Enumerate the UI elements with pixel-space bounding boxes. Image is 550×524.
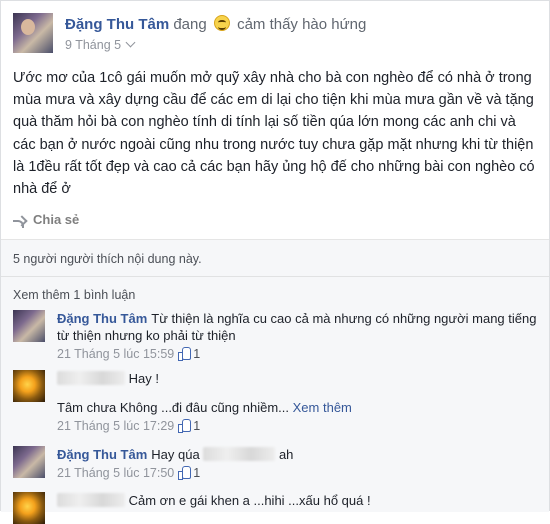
comment-author[interactable]: Đặng Thu Tâm [57,447,147,462]
commenter-avatar[interactable] [13,446,45,478]
comment-text-after: ah [278,447,294,462]
comments-section: 5 người người thích nội dung này. Xem th… [1,239,549,524]
comment-body: Đặng Thu Tâm Hay qúa ah 21 Tháng 5 lúc 17… [57,446,537,482]
comment-text-continued: Tâm chưa Không ...đi đâu cũng nhiềm... [57,400,290,415]
see-more-link[interactable]: Xem thêm [293,400,352,415]
comment-author[interactable]: Đặng Thu Tâm [57,311,147,326]
grinning-face-icon [213,15,230,31]
like-thumb-icon[interactable] [178,419,192,433]
commenter-avatar[interactable] [13,492,45,524]
comment-like-count: 1 [193,347,201,361]
comment-continuation: Tâm chưa Không ...đi đâu cũng nhiềm... X… [57,399,537,416]
post-body: Ước mơ của 1cô gái muốn mở quỹ xây nhà c… [13,70,535,198]
share-button[interactable]: Chia sẻ [13,212,80,228]
post-header: Đặng Thu Tâm đang cảm thấy hào hứng 9 Th… [13,13,533,57]
comment-time[interactable]: 21 Tháng 5 lúc 17:29 [57,419,174,433]
author-avatar[interactable] [13,13,53,53]
comment-time[interactable]: 21 Tháng 5 lúc 15:59 [57,347,174,361]
like-thumb-icon[interactable] [178,347,192,361]
comment-text: Cảm ơn e gái khen a ...hihi ...xấu hổ qu… [128,493,371,508]
comment-text: Hay qúa [151,447,200,462]
comment-meta: 21 Tháng 5 lúc 17:29 1 [57,418,537,435]
blurred-commenter-name [57,493,125,507]
comment-body: Đặng Thu Tâm Từ thiện là nghĩa cu cao cả … [57,310,537,363]
commenter-avatar[interactable] [13,370,45,402]
blurred-mention [203,447,276,461]
comment-time[interactable]: 21 Tháng 5 lúc 17:50 [57,466,174,480]
comment-meta: 21 Tháng 5 lúc 15:59 1 [57,346,537,363]
blurred-commenter-name [57,371,125,385]
share-arrow-icon [13,215,25,228]
comment-like-count: 1 [193,419,201,433]
comment-body: Cảm ơn e gái khen a ...hihi ...xấu hổ qu… [57,492,537,509]
comment-meta: 21 Tháng 5 lúc 17:50 1 [57,465,537,482]
post-title-line: Đặng Thu Tâm đang cảm thấy hào hứng [65,15,366,33]
commenter-avatar[interactable] [13,310,45,342]
post-card: Đặng Thu Tâm đang cảm thấy hào hứng 9 Th… [0,0,550,524]
post-date[interactable]: 9 Tháng 5 [65,38,121,52]
like-thumb-icon[interactable] [178,466,192,480]
feeling-prefix: đang [173,16,207,33]
likes-summary[interactable]: 5 người người thích nội dung này. [13,252,202,266]
view-more-comments-link[interactable]: Xem thêm 1 bình luận [13,288,135,302]
divider [1,276,549,277]
chevron-down-icon[interactable] [125,37,136,48]
author-name[interactable]: Đặng Thu Tâm [65,16,169,33]
comment-body: Hay ! Tâm chưa Không ...đi đâu cũng nhiề… [57,370,537,435]
feeling-text[interactable]: cảm thấy hào hứng [237,16,366,33]
share-label: Chia sẻ [33,212,80,227]
post-meta: 9 Tháng 5 [65,37,136,52]
comment-like-count: 1 [193,466,201,480]
comment-text: Hay ! [128,371,159,386]
